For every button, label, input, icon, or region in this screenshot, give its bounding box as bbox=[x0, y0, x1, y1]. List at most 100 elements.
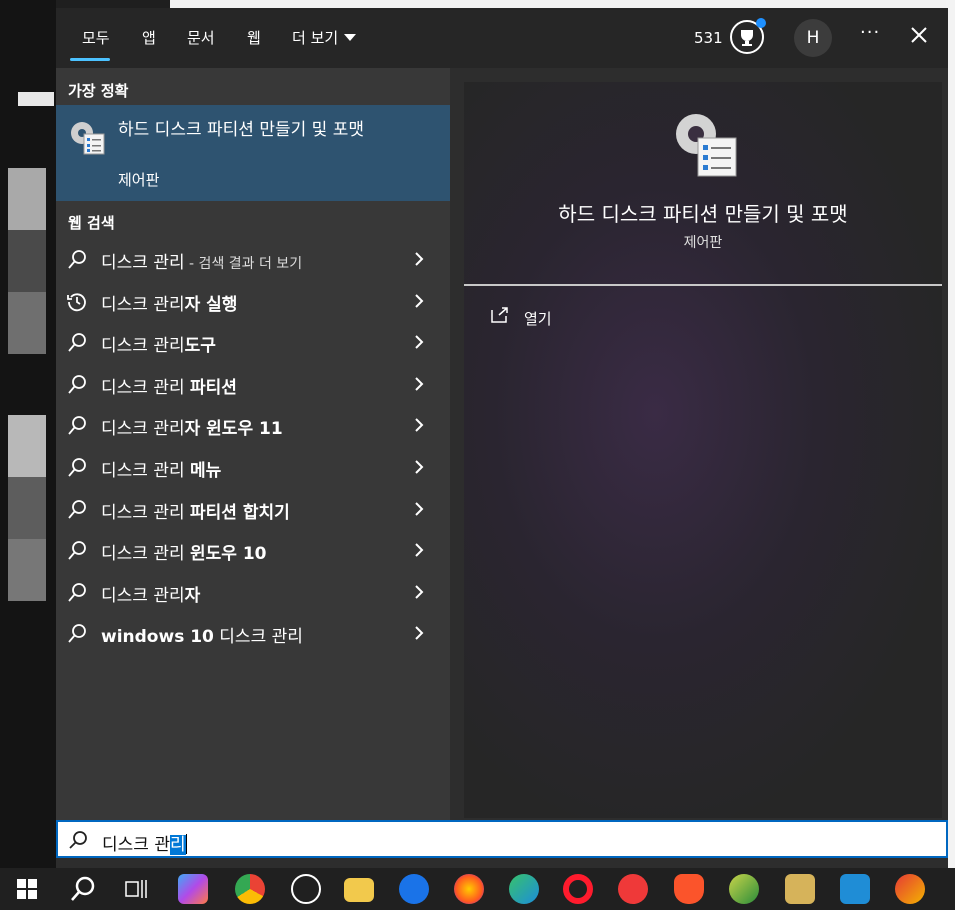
copilot-icon[interactable] bbox=[178, 874, 208, 904]
web-result-bold: 자 윈도우 11 bbox=[184, 419, 283, 439]
tab-apps[interactable]: 앱 bbox=[142, 27, 156, 48]
open-action[interactable]: 열기 bbox=[524, 308, 552, 329]
web-result-prefix: 디스크 관리 bbox=[101, 419, 185, 439]
app-icon[interactable] bbox=[729, 874, 759, 904]
search-icon[interactable] bbox=[68, 874, 98, 904]
web-result-suffix: - 검색 결과 더 보기 bbox=[184, 256, 303, 272]
firefox-icon[interactable] bbox=[454, 874, 484, 904]
chevron-right-icon bbox=[415, 585, 424, 599]
search-window: 모두 앱 문서 웹 더 보기 531 H ··· 가장 정확 하드 디스크 파티… bbox=[56, 8, 948, 868]
chevron-right-icon bbox=[415, 294, 424, 308]
vivaldi-icon[interactable] bbox=[618, 874, 648, 904]
tab-all[interactable]: 모두 bbox=[82, 27, 110, 48]
web-result-item[interactable]: 디스크 관리자 실행 bbox=[56, 281, 450, 321]
chevron-right-icon bbox=[415, 460, 424, 474]
web-result-item[interactable]: 디스크 관리자 윈도우 11 bbox=[56, 405, 450, 445]
tab-web[interactable]: 웹 bbox=[247, 27, 261, 48]
desktop-icon[interactable] bbox=[8, 230, 46, 292]
text-caret bbox=[185, 834, 187, 854]
thunderbird-icon[interactable] bbox=[399, 874, 429, 904]
web-result-label: 디스크 관리 파티션 bbox=[101, 373, 237, 398]
search-icon bbox=[68, 458, 86, 477]
web-result-item[interactable]: 디스크 관리 - 검색 결과 더 보기 bbox=[56, 239, 450, 279]
search-input[interactable]: 디스크 관리 bbox=[102, 830, 187, 855]
tab-more-label: 더 보기 bbox=[292, 29, 339, 47]
web-result-label: 디스크 관리자 실행 bbox=[101, 290, 237, 315]
search-icon bbox=[68, 624, 86, 643]
web-result-bold: 파티션 bbox=[190, 378, 237, 398]
search-box[interactable]: 디스크 관리 bbox=[56, 820, 948, 858]
desktop-icon[interactable] bbox=[8, 292, 46, 354]
desktop-icon[interactable] bbox=[8, 539, 46, 601]
file-explorer-icon[interactable] bbox=[344, 878, 374, 902]
web-result-label: 디스크 관리 파티션 합치기 bbox=[101, 498, 290, 523]
start-icon[interactable] bbox=[17, 879, 37, 899]
web-result-prefix: 디스크 관리 bbox=[101, 336, 185, 356]
best-match-subtitle: 제어판 bbox=[118, 171, 160, 189]
desktop-background bbox=[0, 0, 56, 868]
tab-documents[interactable]: 문서 bbox=[187, 27, 215, 48]
taskbar bbox=[0, 868, 955, 910]
chrome-icon[interactable] bbox=[235, 874, 265, 904]
more-options-button[interactable]: ··· bbox=[860, 22, 880, 43]
web-result-item[interactable]: 디스크 관리 파티션 합치기 bbox=[56, 489, 450, 529]
chevron-right-icon bbox=[415, 252, 424, 266]
tab-more[interactable]: 더 보기 bbox=[292, 27, 357, 48]
web-result-item[interactable]: 디스크 관리도구 bbox=[56, 322, 450, 362]
search-icon bbox=[68, 250, 86, 269]
avatar[interactable]: H bbox=[794, 19, 832, 57]
close-icon[interactable] bbox=[908, 24, 930, 46]
web-result-label: 디스크 관리 - 검색 결과 더 보기 bbox=[101, 248, 302, 273]
preview-pane: 하드 디스크 파티션 만들기 및 포맷 제어판 열기 bbox=[464, 82, 942, 818]
web-result-item[interactable]: 디스크 관리 메뉴 bbox=[56, 447, 450, 487]
web-result-label: windows 10 디스크 관리 bbox=[101, 622, 303, 647]
best-match-item[interactable]: 하드 디스크 파티션 만들기 및 포맷 제어판 bbox=[56, 105, 450, 201]
rewards-points: 531 bbox=[694, 29, 723, 47]
search-icon bbox=[68, 333, 86, 352]
chevron-down-icon bbox=[344, 34, 357, 41]
brave-icon[interactable] bbox=[674, 874, 704, 904]
disk-settings-icon bbox=[71, 122, 105, 155]
ccleaner-icon[interactable] bbox=[895, 874, 925, 904]
web-result-bold: windows 10 bbox=[101, 627, 214, 647]
web-result-bold: 윈도우 10 bbox=[190, 544, 267, 564]
web-result-prefix: 디스크 관리 bbox=[101, 461, 191, 481]
chevron-right-icon bbox=[415, 502, 424, 516]
web-result-bold: 자 실행 bbox=[184, 295, 238, 315]
preview-divider bbox=[464, 284, 942, 286]
web-result-item[interactable]: 디스크 관리 윈도우 10 bbox=[56, 530, 450, 570]
web-result-item[interactable]: 디스크 관리 파티션 bbox=[56, 364, 450, 404]
best-match-heading: 가장 정확 bbox=[68, 82, 129, 100]
preview-title: 하드 디스크 파티션 만들기 및 포맷 bbox=[558, 202, 848, 226]
search-input-text: 디스크 관 bbox=[102, 835, 170, 855]
web-result-item[interactable]: 디스크 관리자 bbox=[56, 572, 450, 612]
search-input-selection: 리 bbox=[169, 835, 186, 855]
task-view-icon[interactable] bbox=[124, 878, 148, 900]
web-result-label: 디스크 관리도구 bbox=[101, 331, 216, 356]
search-icon bbox=[68, 416, 86, 435]
web-result-label: 디스크 관리자 윈도우 11 bbox=[101, 414, 283, 439]
notes-icon[interactable] bbox=[785, 874, 815, 904]
active-tab-indicator bbox=[70, 58, 110, 61]
open-external-icon bbox=[491, 307, 508, 323]
results-list: 가장 정확 하드 디스크 파티션 만들기 및 포맷 제어판 웹 검색 디스크 관… bbox=[56, 68, 450, 820]
desktop-icon[interactable] bbox=[8, 168, 46, 230]
web-result-prefix: 디스크 관리 bbox=[101, 295, 185, 315]
edge-icon[interactable] bbox=[509, 874, 539, 904]
web-result-label: 디스크 관리자 bbox=[101, 581, 200, 606]
web-result-item[interactable]: windows 10 디스크 관리 bbox=[56, 613, 450, 653]
web-result-prefix: 디스크 관리 bbox=[101, 378, 191, 398]
search-icon bbox=[68, 500, 86, 519]
desktop-icon[interactable] bbox=[8, 415, 46, 477]
best-match-title: 하드 디스크 파티션 만들기 및 포맷 bbox=[118, 120, 364, 140]
chevron-right-icon bbox=[415, 626, 424, 640]
notification-dot bbox=[756, 18, 766, 28]
snagit-icon[interactable] bbox=[840, 874, 870, 904]
desktop-icon[interactable] bbox=[8, 477, 46, 539]
web-result-prefix: 디스크 관리 bbox=[101, 586, 185, 606]
history-icon bbox=[67, 293, 86, 312]
opera-icon[interactable] bbox=[563, 874, 593, 904]
desktop-icon[interactable] bbox=[18, 92, 54, 106]
chatgpt-icon[interactable] bbox=[291, 874, 321, 904]
chevron-right-icon bbox=[415, 335, 424, 349]
